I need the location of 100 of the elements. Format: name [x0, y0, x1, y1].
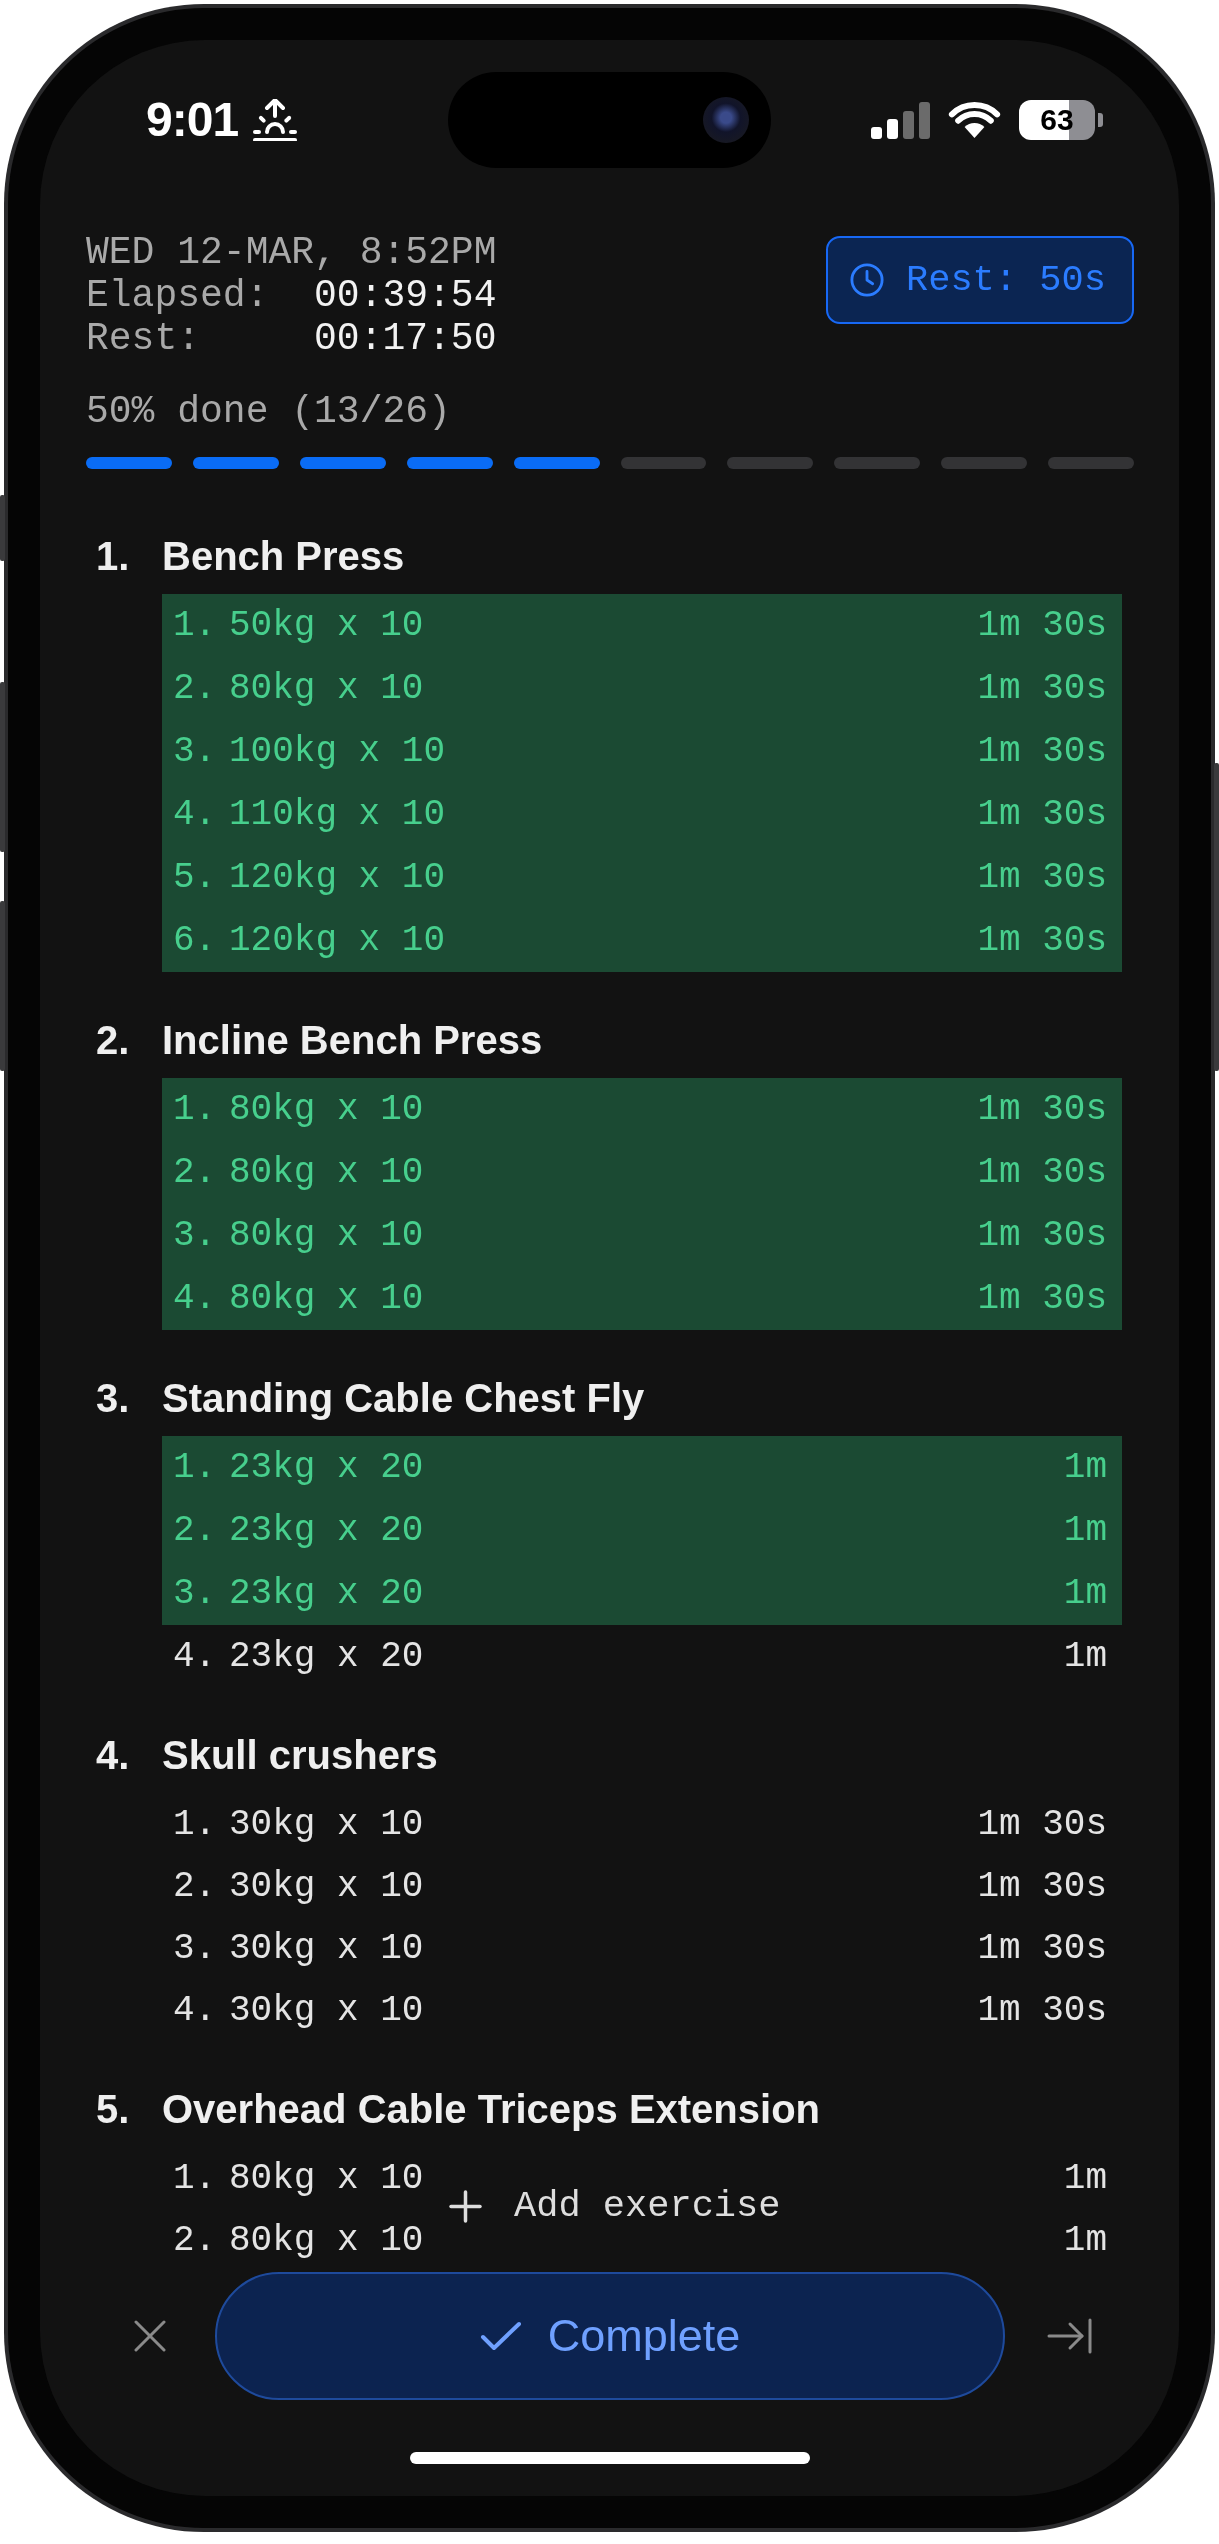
set-number: 6.	[173, 920, 218, 961]
set-number: 1.	[173, 605, 218, 646]
exercise-number: 5.	[96, 2086, 131, 2132]
set-rest: 1m	[1063, 2157, 1107, 2199]
set-number: 3.	[173, 731, 218, 772]
set-rest: 1m 30s	[977, 920, 1107, 961]
exercise-number: 2.	[96, 1017, 131, 1063]
progress-label: 50% done (13/26)	[86, 390, 452, 433]
set-number: 4.	[173, 794, 218, 835]
set-load: 30kg x 10	[229, 1989, 424, 2031]
set-rest: 1m 30s	[977, 668, 1107, 709]
side-button[interactable]	[0, 495, 5, 561]
set-load: 80kg x 10	[229, 2219, 424, 2261]
set-rest: 1m 30s	[977, 605, 1107, 646]
set-load: 120kg x 10	[229, 920, 446, 961]
battery-indicator: 63	[1019, 100, 1103, 140]
set-number: 2.	[173, 2219, 218, 2261]
set-number: 3.	[173, 1927, 218, 1969]
exercise-name: Standing Cable Chest Fly	[162, 1375, 645, 1421]
set-rest: 1m 30s	[977, 857, 1107, 898]
set-rest: 1m 30s	[977, 794, 1107, 835]
camera-lens-icon	[703, 97, 749, 143]
set-number: 4.	[173, 1278, 218, 1319]
set-load: 80kg x 10	[229, 1278, 424, 1319]
set-load: 80kg x 10	[229, 2157, 424, 2199]
set-number: 4.	[173, 1635, 218, 1677]
set-number: 3.	[173, 1573, 218, 1614]
side-button[interactable]	[0, 901, 5, 1071]
set-number: 3.	[173, 1215, 218, 1256]
exercise-name: Skull crushers	[162, 1732, 438, 1778]
set-rest: 1m 30s	[977, 1278, 1107, 1319]
set-rest: 1m 30s	[977, 1989, 1107, 2031]
set-number: 1.	[173, 1803, 218, 1845]
close-icon	[134, 2320, 166, 2352]
exercise-number: 3.	[96, 1375, 131, 1421]
set-load: 23kg x 20	[229, 1447, 424, 1488]
completed-set-row[interactable]: 1. 50kg x 10 1m 30s	[162, 594, 1122, 657]
set-rest: 1m 30s	[977, 1803, 1107, 1845]
set-rest: 1m	[1063, 1447, 1107, 1488]
set-load: 80kg x 10	[229, 1089, 424, 1130]
exercise-name: Overhead Cable Triceps Extension	[162, 2086, 821, 2132]
timer-value: 00:39:54	[314, 274, 497, 317]
set-load: 23kg x 20	[229, 1510, 424, 1551]
set-rest: 1m	[1063, 1573, 1107, 1614]
set-load: 23kg x 20	[229, 1573, 424, 1614]
plus-icon	[449, 2189, 482, 2223]
rest-timer-button[interactable]: Rest: 50s	[826, 236, 1134, 324]
set-rest: 1m 30s	[977, 1215, 1107, 1256]
completed-set-row[interactable]: 5. 120kg x 10 1m 30s	[162, 846, 1122, 909]
set-rest: 1m 30s	[977, 1865, 1107, 1907]
set-number: 1.	[173, 1447, 218, 1488]
set-number: 2.	[173, 1510, 218, 1551]
exercise-name: Incline Bench Press	[162, 1017, 543, 1063]
sunrise-icon	[252, 99, 299, 141]
set-load: 30kg x 10	[229, 1803, 424, 1845]
timer-label: Rest:	[86, 317, 202, 360]
timer-label: Elapsed:	[86, 274, 270, 317]
completed-set-row[interactable]: 1. 23kg x 20 1m	[162, 1436, 1122, 1499]
set-rest: 1m	[1063, 1510, 1107, 1551]
set-load: 120kg x 10	[229, 857, 446, 898]
complete-button[interactable]: Complete	[215, 2272, 1005, 2400]
exercise-number: 1.	[96, 533, 131, 579]
completed-set-row[interactable]: 3. 80kg x 10 1m 30s	[162, 1204, 1122, 1267]
completed-set-row[interactable]: 4. 80kg x 10 1m 30s	[162, 1267, 1122, 1330]
set-number: 2.	[173, 1865, 218, 1907]
exercise-name: Bench Press	[162, 533, 405, 579]
clock-icon	[850, 263, 884, 297]
set-load: 30kg x 10	[229, 1865, 424, 1907]
set-load: 23kg x 20	[229, 1635, 424, 1677]
set-number: 5.	[173, 857, 218, 898]
set-load: 110kg x 10	[229, 794, 446, 835]
completed-set-row[interactable]: 4. 110kg x 10 1m 30s	[162, 783, 1122, 846]
set-number: 2.	[173, 1152, 218, 1193]
set-rest: 1m 30s	[977, 1152, 1107, 1193]
set-load: 30kg x 10	[229, 1927, 424, 1969]
completed-set-row[interactable]: 3. 100kg x 10 1m 30s	[162, 720, 1122, 783]
completed-set-row[interactable]: 6. 120kg x 10 1m 30s	[162, 909, 1122, 972]
timer-value: 00:17:50	[314, 317, 497, 360]
arrow-to-line-icon	[1047, 2318, 1093, 2354]
completed-set-row[interactable]: 2. 80kg x 10 1m 30s	[162, 657, 1122, 720]
add-exercise-button[interactable]: Add exercise	[449, 2184, 781, 2228]
wifi-icon	[948, 101, 1001, 139]
set-load: 100kg x 10	[229, 731, 446, 772]
side-button[interactable]	[0, 682, 5, 852]
set-number: 2.	[173, 668, 218, 709]
check-icon	[479, 2320, 522, 2352]
set-rest: 1m 30s	[977, 1089, 1107, 1130]
set-number: 1.	[173, 2157, 218, 2199]
completed-set-row[interactable]: 2. 80kg x 10 1m 30s	[162, 1141, 1122, 1204]
set-load: 80kg x 10	[229, 1215, 424, 1256]
completed-set-row[interactable]: 2. 23kg x 20 1m	[162, 1499, 1122, 1562]
set-load: 80kg x 10	[229, 668, 424, 709]
completed-set-row[interactable]: 3. 23kg x 20 1m	[162, 1562, 1122, 1625]
signal-icon	[871, 101, 930, 139]
completed-set-row[interactable]: 1. 80kg x 10 1m 30s	[162, 1078, 1122, 1141]
status-time: 9:01	[146, 96, 239, 144]
set-rest: 1m 30s	[977, 731, 1107, 772]
set-load: 80kg x 10	[229, 1152, 424, 1193]
side-button[interactable]	[1214, 763, 1219, 1071]
exercise-number: 4.	[96, 1732, 131, 1778]
